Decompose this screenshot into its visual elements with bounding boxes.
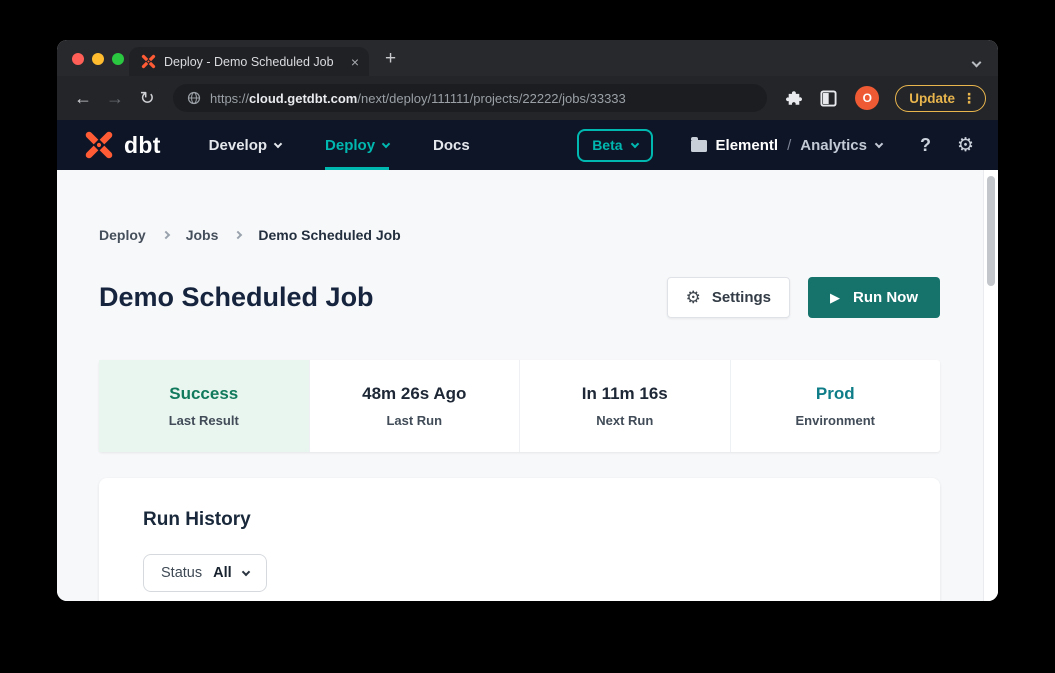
run-now-button[interactable]: ▶ Run Now [808, 277, 940, 318]
nav-deploy[interactable]: Deploy [325, 120, 389, 170]
nav-develop-label: Develop [209, 137, 267, 154]
dbt-logo-icon [81, 130, 117, 160]
tab-search-chevron-icon[interactable] [973, 53, 980, 71]
browser-tab[interactable]: Deploy - Demo Scheduled Job × [129, 47, 369, 76]
breadcrumb-current: Demo Scheduled Job [258, 227, 400, 243]
url-host: cloud.getdbt.com [249, 91, 357, 106]
nav-develop[interactable]: Develop [209, 120, 281, 170]
forward-button[interactable]: → [101, 89, 129, 107]
page-content: Deploy Jobs Demo Scheduled Job Demo Sche… [57, 170, 998, 601]
status-filter-dropdown[interactable]: Status All [143, 554, 267, 592]
help-button[interactable]: ? [920, 135, 931, 156]
stat-label-next-run: Next Run [596, 413, 653, 428]
browser-toolbar: ← → ↻ https://cloud.getdbt.com/next/depl… [57, 76, 998, 120]
stat-label-last-result: Last Result [169, 413, 239, 428]
chevron-down-icon [630, 139, 638, 147]
tab-close-icon[interactable]: × [351, 55, 359, 69]
play-icon: ▶ [830, 291, 840, 304]
stat-value-success: Success [169, 384, 238, 404]
stat-label-environment: Environment [796, 413, 875, 428]
reload-button[interactable]: ↻ [133, 89, 161, 107]
url-text: https://cloud.getdbt.com/next/deploy/111… [210, 91, 626, 106]
status-filter-label: Status [161, 565, 202, 581]
dbt-top-nav: dbt Develop Deploy Docs Beta Elementl / … [57, 120, 998, 170]
project-name: Analytics [800, 137, 867, 154]
run-history-card: Run History Status All [99, 478, 940, 601]
job-stats-row: Success Last Result 48m 26s Ago Last Run… [99, 360, 940, 452]
stat-environment: Prod Environment [730, 360, 941, 452]
gear-icon: ⚙ [686, 289, 701, 306]
tab-title: Deploy - Demo Scheduled Job [164, 55, 343, 69]
url-scheme: https:// [210, 91, 249, 106]
account-project-switcher[interactable]: Elementl / Analytics [691, 137, 882, 154]
stat-value-next-run: In 11m 16s [582, 384, 668, 404]
stat-label-last-run: Last Run [386, 413, 442, 428]
zoom-window-button[interactable] [112, 53, 124, 65]
breadcrumb: Deploy Jobs Demo Scheduled Job [99, 227, 940, 243]
beta-dropdown[interactable]: Beta [577, 129, 652, 162]
scrollbar-thumb[interactable] [987, 176, 995, 286]
page-title: Demo Scheduled Job [99, 282, 374, 313]
chevron-down-icon [875, 139, 883, 147]
settings-button[interactable]: ⚙ Settings [667, 277, 790, 318]
account-separator: / [787, 137, 791, 154]
settings-gear-icon[interactable]: ⚙ [957, 136, 974, 155]
account-name: Elementl [716, 137, 779, 154]
profile-avatar[interactable]: O [855, 86, 879, 110]
settings-button-label: Settings [712, 289, 771, 306]
stat-last-result: Success Last Result [99, 360, 309, 452]
status-filter-value: All [213, 565, 232, 581]
title-row: Demo Scheduled Job ⚙ Settings ▶ Run Now [99, 277, 940, 318]
back-button[interactable]: ← [69, 89, 97, 107]
chevron-down-icon [274, 139, 282, 147]
site-info-globe-icon[interactable] [187, 91, 201, 105]
chevron-down-icon [241, 567, 249, 575]
nav-deploy-label: Deploy [325, 137, 375, 154]
side-panel-icon[interactable] [820, 90, 837, 107]
stat-value-last-run: 48m 26s Ago [362, 384, 466, 404]
beta-label: Beta [592, 137, 622, 153]
chevron-right-icon [234, 231, 242, 239]
tab-strip: Deploy - Demo Scheduled Job × + [57, 40, 998, 76]
window-controls [72, 53, 124, 65]
run-now-button-label: Run Now [853, 289, 918, 306]
new-tab-button[interactable]: + [385, 49, 396, 68]
chevron-down-icon [382, 139, 390, 147]
update-browser-button[interactable]: Update ⋮ [895, 85, 986, 112]
browser-menu-kebab-icon[interactable]: ⋮ [962, 90, 976, 107]
close-window-button[interactable] [72, 53, 84, 65]
chevron-right-icon [161, 231, 169, 239]
nav-docs-label: Docs [433, 137, 470, 154]
dbt-favicon [141, 54, 156, 69]
run-history-title: Run History [143, 509, 896, 531]
stat-last-run: 48m 26s Ago Last Run [309, 360, 520, 452]
scrollbar-track[interactable] [983, 170, 998, 601]
breadcrumb-jobs[interactable]: Jobs [186, 227, 219, 243]
dbt-wordmark: dbt [124, 132, 161, 159]
breadcrumb-deploy[interactable]: Deploy [99, 227, 146, 243]
update-label: Update [909, 91, 955, 106]
folder-icon [691, 140, 707, 152]
dbt-logo[interactable]: dbt [81, 130, 161, 160]
stat-value-environment: Prod [816, 384, 855, 404]
address-bar[interactable]: https://cloud.getdbt.com/next/deploy/111… [173, 84, 767, 112]
stat-next-run: In 11m 16s Next Run [519, 360, 730, 452]
url-path: /next/deploy/111111/projects/22222/jobs/… [357, 91, 625, 106]
minimize-window-button[interactable] [92, 53, 104, 65]
nav-docs[interactable]: Docs [433, 120, 470, 170]
browser-window: Deploy - Demo Scheduled Job × + ← → ↻ ht… [57, 40, 998, 601]
extensions-puzzle-icon[interactable] [786, 90, 802, 106]
